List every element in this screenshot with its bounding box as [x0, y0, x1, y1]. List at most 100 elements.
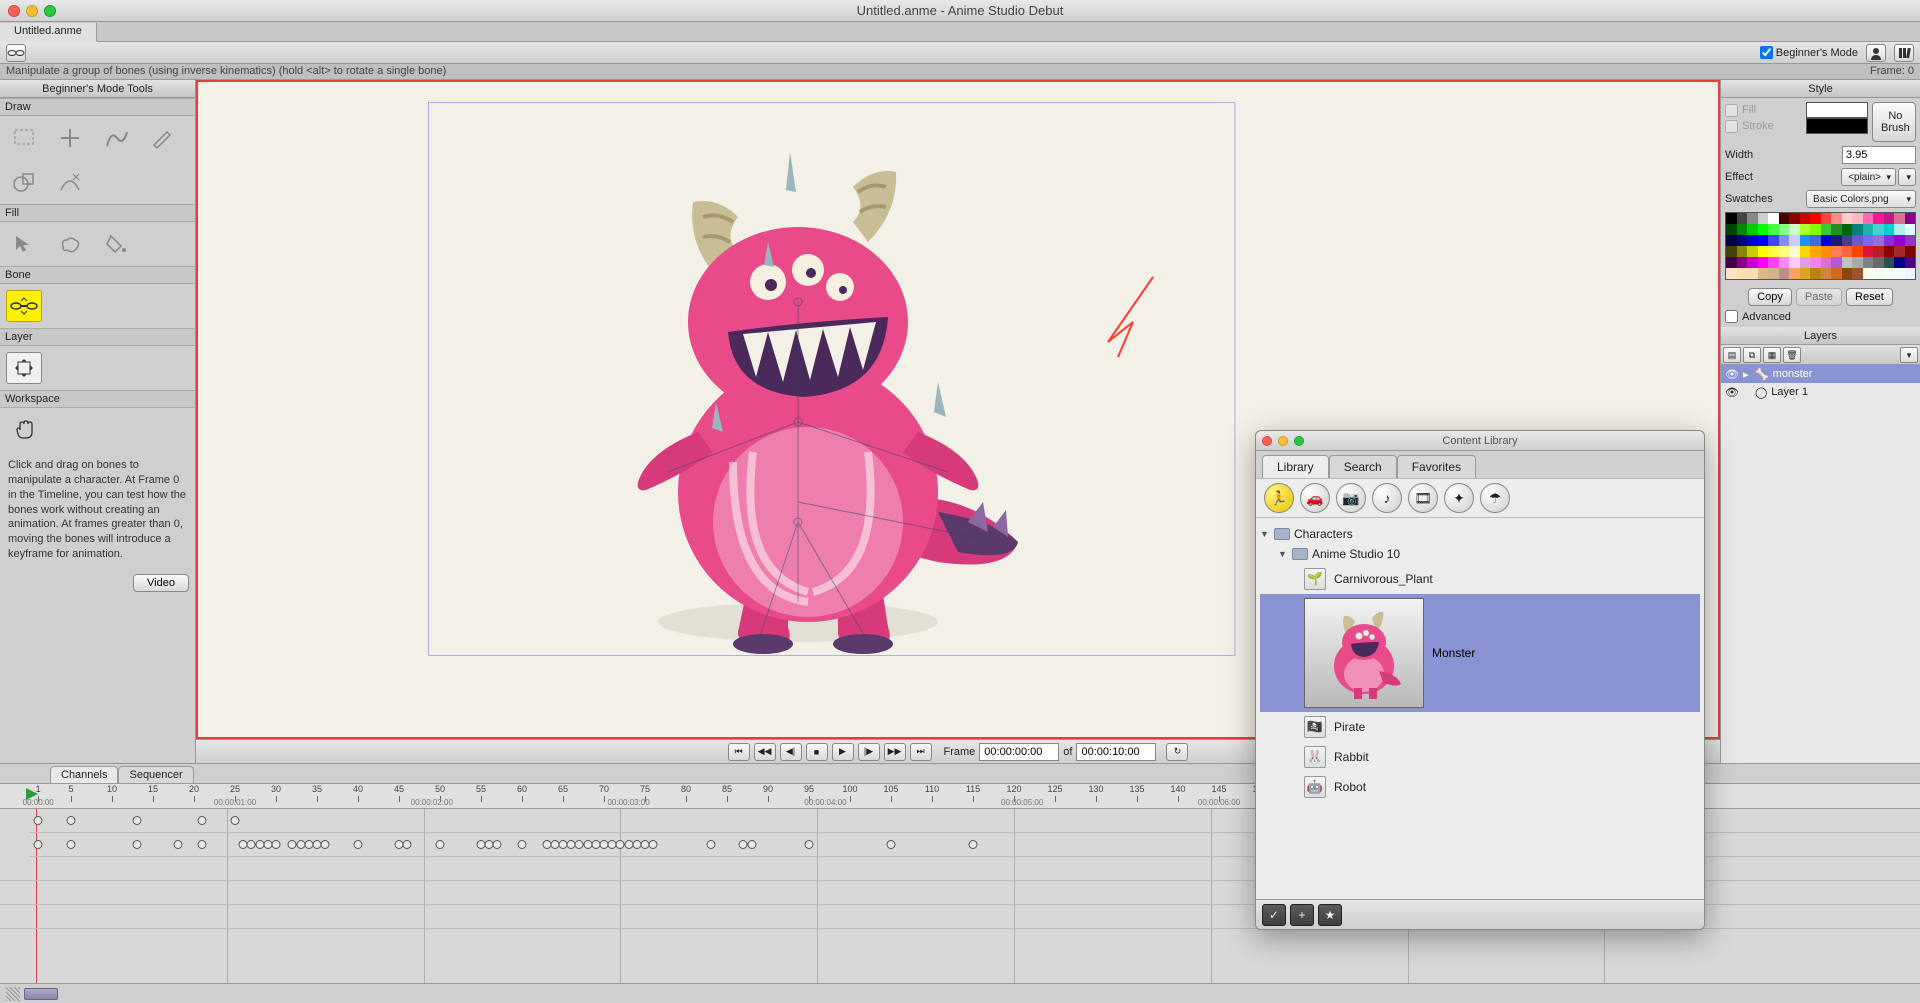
category-effects-icon[interactable]: ✦ [1444, 483, 1474, 513]
swatch-cell[interactable] [1863, 268, 1874, 279]
effect-extra-dropdown[interactable] [1898, 168, 1916, 186]
swatch-cell[interactable] [1894, 268, 1905, 279]
swatch-cell[interactable] [1831, 213, 1842, 224]
swatch-cell[interactable] [1842, 268, 1853, 279]
swatch-cell[interactable] [1894, 257, 1905, 268]
swatch-cell[interactable] [1800, 246, 1811, 257]
goto-start-button[interactable]: ⏮ [728, 743, 750, 761]
swatch-cell[interactable] [1905, 213, 1916, 224]
pan-tool[interactable] [6, 414, 42, 446]
keyframe[interactable] [34, 816, 43, 825]
swatch-cell[interactable] [1789, 235, 1800, 246]
paste-button[interactable]: Paste [1796, 288, 1842, 306]
beginners-mode-toggle[interactable]: Beginner's Mode [1760, 46, 1858, 59]
swatch-cell[interactable] [1747, 235, 1758, 246]
shape-tool[interactable] [6, 166, 42, 198]
swatch-cell[interactable] [1758, 224, 1769, 235]
swatch-cell[interactable] [1737, 224, 1748, 235]
swatch-cell[interactable] [1800, 268, 1811, 279]
swatch-cell[interactable] [1821, 257, 1832, 268]
copy-button[interactable]: Copy [1748, 288, 1792, 306]
keyframe[interactable] [34, 840, 43, 849]
swatch-cell[interactable] [1810, 268, 1821, 279]
swatch-cell[interactable] [1873, 268, 1884, 279]
keyframe[interactable] [198, 840, 207, 849]
library-apply-button[interactable]: ✓ [1262, 904, 1286, 926]
swatch-cell[interactable] [1726, 246, 1737, 257]
keyframe[interactable] [969, 840, 978, 849]
no-brush-button[interactable]: No Brush [1872, 102, 1916, 142]
swatch-cell[interactable] [1810, 224, 1821, 235]
current-timecode-input[interactable] [979, 743, 1059, 761]
swatch-cell[interactable] [1737, 268, 1748, 279]
category-audio-icon[interactable]: ♪ [1372, 483, 1402, 513]
keyframe[interactable] [231, 816, 240, 825]
swatch-cell[interactable] [1768, 224, 1779, 235]
swatch-cell[interactable] [1831, 268, 1842, 279]
curve-tool[interactable] [52, 166, 88, 198]
fill-color-swatch[interactable] [1806, 102, 1868, 118]
swatch-cell[interactable] [1737, 246, 1748, 257]
keyframe[interactable] [518, 840, 527, 849]
swatch-cell[interactable] [1821, 213, 1832, 224]
swatch-cell[interactable] [1842, 213, 1853, 224]
pencil-tool[interactable] [144, 122, 180, 154]
swatch-cell[interactable] [1758, 246, 1769, 257]
swatch-cell[interactable] [1726, 268, 1737, 279]
library-tab-favorites[interactable]: Favorites [1397, 455, 1476, 478]
swatch-cell[interactable] [1905, 235, 1916, 246]
swatch-cell[interactable] [1800, 213, 1811, 224]
swatch-cell[interactable] [1737, 235, 1748, 246]
transform-layer-tool[interactable] [6, 352, 42, 384]
step-fwd-button[interactable]: ▶▶ [884, 743, 906, 761]
swatch-cell[interactable] [1758, 257, 1769, 268]
advanced-toggle[interactable]: Advanced [1725, 310, 1916, 323]
swatch-cell[interactable] [1831, 235, 1842, 246]
select-tool[interactable] [6, 122, 42, 154]
swatch-cell[interactable] [1726, 235, 1737, 246]
stroke-checkbox[interactable] [1725, 120, 1738, 133]
swatch-cell[interactable] [1842, 224, 1853, 235]
swatch-cell[interactable] [1884, 224, 1895, 235]
folder-anime-studio-10[interactable]: ▼Anime Studio 10 [1260, 544, 1700, 564]
swatch-cell[interactable] [1779, 213, 1790, 224]
swatch-cell[interactable] [1831, 246, 1842, 257]
swatch-cell[interactable] [1768, 268, 1779, 279]
stroke-color-swatch[interactable] [1806, 118, 1868, 134]
swatch-cell[interactable] [1747, 246, 1758, 257]
goto-end-button[interactable]: ⏭ [910, 743, 932, 761]
swatch-cell[interactable] [1810, 235, 1821, 246]
swatch-cell[interactable] [1884, 246, 1895, 257]
swatch-cell[interactable] [1789, 224, 1800, 235]
layer-menu-button[interactable]: ▾ [1900, 347, 1918, 363]
swatch-cell[interactable] [1873, 224, 1884, 235]
library-icon[interactable] [1894, 44, 1914, 62]
swatch-cell[interactable] [1884, 257, 1895, 268]
swatch-cell[interactable] [1873, 235, 1884, 246]
library-item-pirate[interactable]: 🏴‍☠️Pirate [1260, 712, 1700, 742]
library-item-carnivorous-plant[interactable]: 🌱Carnivorous_Plant [1260, 564, 1700, 594]
keyframe[interactable] [706, 840, 715, 849]
keyframe[interactable] [67, 816, 76, 825]
keyframe[interactable] [272, 840, 281, 849]
swatch-cell[interactable] [1747, 213, 1758, 224]
swatches-dropdown[interactable]: Basic Colors.png [1806, 190, 1916, 208]
manipulate-bones-tool[interactable] [6, 290, 42, 322]
swatch-cell[interactable] [1831, 257, 1842, 268]
keyframe[interactable] [403, 840, 412, 849]
swatch-cell[interactable] [1758, 213, 1769, 224]
swatch-cell[interactable] [1852, 235, 1863, 246]
library-favorite-button[interactable]: ★ [1318, 904, 1342, 926]
user-icon[interactable] [1866, 44, 1886, 62]
new-layer-button[interactable]: ▤ [1723, 347, 1741, 363]
library-tab-search[interactable]: Search [1329, 455, 1397, 478]
swatch-cell[interactable] [1905, 257, 1916, 268]
stop-button[interactable]: ■ [806, 743, 828, 761]
library-add-button[interactable]: + [1290, 904, 1314, 926]
swatch-cell[interactable] [1852, 246, 1863, 257]
swatch-cell[interactable] [1863, 257, 1874, 268]
keyframe[interactable] [173, 840, 182, 849]
dup-layer-button[interactable]: ⧉ [1743, 347, 1761, 363]
swatch-cell[interactable] [1779, 268, 1790, 279]
swatch-cell[interactable] [1779, 235, 1790, 246]
